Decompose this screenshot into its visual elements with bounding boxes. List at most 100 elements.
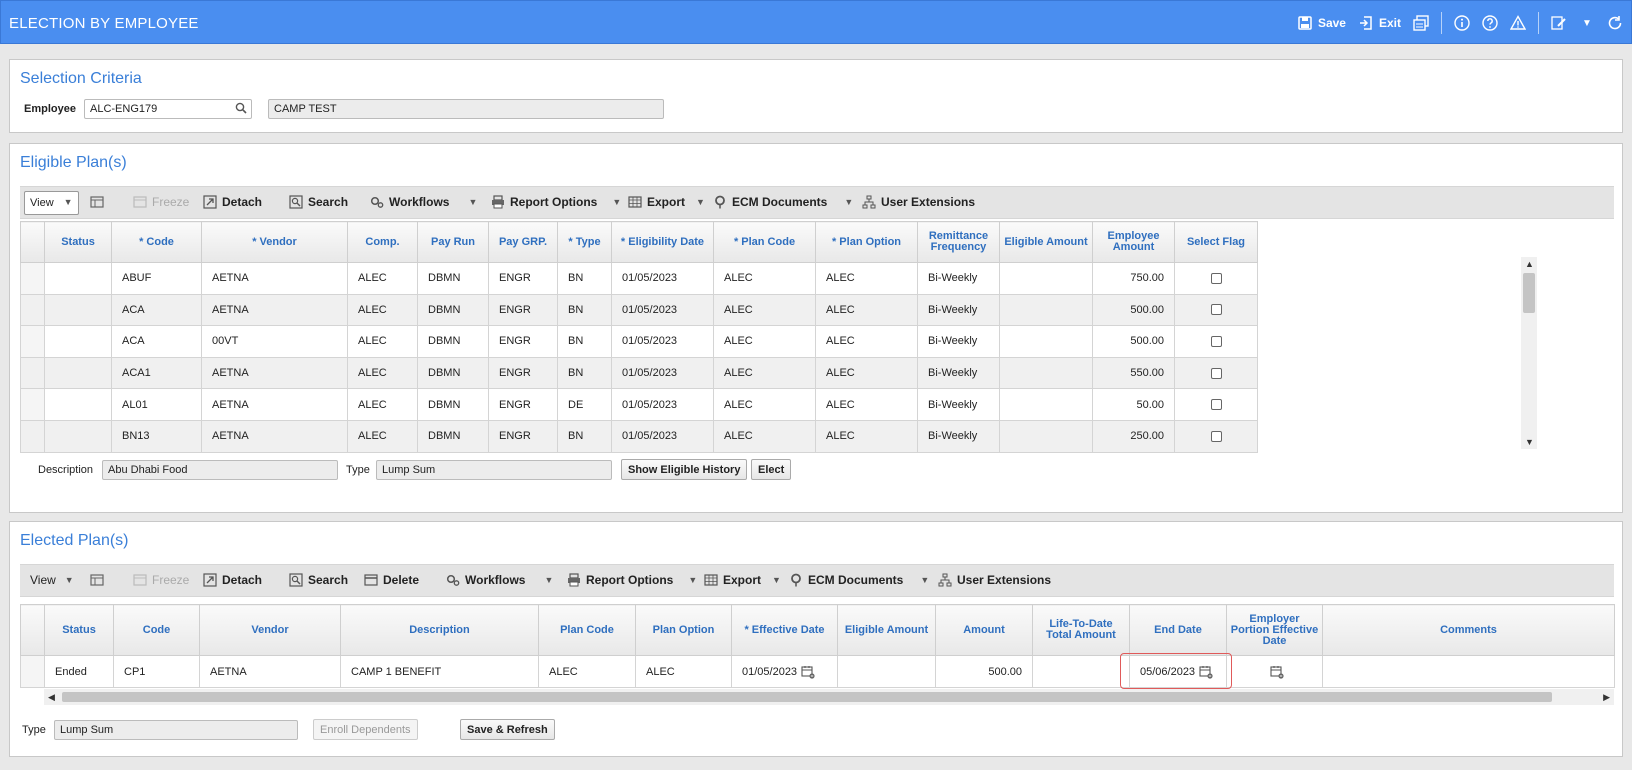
- eligible-cell[interactable]: [999, 325, 1093, 358]
- scroll-right-arrow[interactable]: ▶: [1603, 692, 1610, 703]
- elected-col-header[interactable]: Employer Portion Effective Date: [1226, 604, 1323, 656]
- scroll-up-arrow[interactable]: ▲: [1525, 259, 1534, 269]
- calendar-icon[interactable]: [801, 665, 815, 679]
- eligible-cell[interactable]: ALEC: [815, 262, 918, 295]
- eligible-col-header[interactable]: Eligible Amount: [999, 221, 1093, 263]
- employee-input[interactable]: ALC-ENG179: [84, 99, 252, 119]
- eligible-cell[interactable]: Bi-Weekly: [917, 388, 1000, 421]
- eligible-cell[interactable]: [999, 293, 1093, 327]
- export-button[interactable]: Export ▼: [628, 195, 705, 209]
- elected-col-header[interactable]: Vendor: [199, 604, 341, 656]
- select-flag-checkbox[interactable]: [1210, 336, 1222, 348]
- eligible-cell[interactable]: ALEC: [815, 388, 918, 421]
- eligible-cell[interactable]: BN: [557, 293, 612, 327]
- eligible-col-header[interactable]: * Vendor: [201, 221, 348, 263]
- table-row[interactable]: BN13 AETNA ALEC DBMN ENGR BN 01/05/2023 ALEC ALE…: [20, 419, 1279, 453]
- eligible-cell[interactable]: AL01: [111, 388, 202, 421]
- eligible-cell[interactable]: DBMN: [417, 356, 489, 390]
- warning-icon[interactable]: [1510, 15, 1526, 31]
- copy-window-icon[interactable]: [1413, 15, 1429, 31]
- eligible-cell[interactable]: ENGR: [488, 356, 558, 390]
- search-icon[interactable]: [235, 102, 247, 117]
- eligible-cell[interactable]: ALEC: [815, 293, 918, 327]
- elected-col-header[interactable]: * Effective Date: [731, 604, 838, 656]
- eligible-col-header[interactable]: Select Flag: [1174, 221, 1258, 263]
- elected-col-header[interactable]: Status: [44, 604, 114, 656]
- elected-scroll-thumb[interactable]: [62, 692, 1552, 702]
- eligible-col-header[interactable]: Comp.: [347, 221, 418, 263]
- eligible-col-header[interactable]: * Eligibility Date: [611, 221, 714, 263]
- detach-button[interactable]: Detach: [203, 195, 262, 209]
- elected-col-header[interactable]: Eligible Amount: [837, 604, 936, 656]
- select-flag-checkbox[interactable]: [1210, 367, 1222, 379]
- elected-cell[interactable]: ALEC: [635, 655, 732, 688]
- workflows-button[interactable]: Workflows ▼: [446, 573, 553, 587]
- eligible-cell[interactable]: ALEC: [347, 262, 418, 295]
- eligible-cell[interactable]: DE: [557, 388, 612, 421]
- eligible-cell[interactable]: [44, 419, 112, 453]
- elected-cell[interactable]: [1032, 655, 1130, 688]
- row-selector[interactable]: [20, 293, 45, 327]
- select-flag-cell[interactable]: [1174, 262, 1258, 295]
- eligible-col-header[interactable]: Status: [44, 221, 112, 263]
- select-flag-cell[interactable]: [1174, 388, 1258, 421]
- eligible-cell[interactable]: ALEC: [815, 419, 918, 453]
- eligible-cell[interactable]: [999, 356, 1093, 390]
- eligible-col-header[interactable]: * Plan Option: [815, 221, 918, 263]
- elected-cell[interactable]: CAMP 1 BENEFIT: [340, 655, 539, 688]
- save-refresh-button[interactable]: Save & Refresh: [460, 719, 555, 740]
- select-flag-cell[interactable]: [1174, 419, 1258, 453]
- report-options-button[interactable]: Report Options ▼: [567, 573, 697, 587]
- eligible-cell[interactable]: ALEC: [815, 356, 918, 390]
- eligible-col-header[interactable]: Pay GRP.: [488, 221, 558, 263]
- eligible-cell[interactable]: ENGR: [488, 262, 558, 295]
- eligible-cell[interactable]: Bi-Weekly: [917, 325, 1000, 358]
- eligible-cell[interactable]: ALEC: [347, 388, 418, 421]
- save-button[interactable]: Save: [1297, 15, 1346, 31]
- exit-button[interactable]: Exit: [1358, 15, 1401, 31]
- detach-button[interactable]: Detach: [203, 573, 262, 587]
- export-button[interactable]: Export ▼: [704, 573, 781, 587]
- elected-cell[interactable]: 500.00: [935, 655, 1033, 688]
- eligible-cell[interactable]: ABUF: [111, 262, 202, 295]
- table-row[interactable]: ACA AETNA ALEC DBMN ENGR BN 01/05/2023 ALEC ALEC…: [20, 293, 1279, 327]
- refresh-icon[interactable]: [1607, 15, 1623, 31]
- eligible-cell[interactable]: [44, 293, 112, 327]
- elected-col-header[interactable]: Description: [340, 604, 539, 656]
- eligible-vertical-scrollbar[interactable]: ▲ ▼: [1521, 257, 1537, 449]
- elected-col-header[interactable]: Plan Code: [538, 604, 636, 656]
- select-flag-cell[interactable]: [1174, 325, 1258, 358]
- select-flag-checkbox[interactable]: [1210, 304, 1222, 316]
- elected-col-header[interactable]: End Date: [1129, 604, 1227, 656]
- search-button[interactable]: Search: [289, 195, 348, 209]
- row-selector[interactable]: [20, 388, 45, 421]
- eligible-cell[interactable]: BN: [557, 419, 612, 453]
- eligible-cell[interactable]: 500.00: [1092, 293, 1175, 327]
- help-icon[interactable]: [1482, 15, 1498, 31]
- eligible-cell[interactable]: ALEC: [713, 262, 816, 295]
- eligible-cell[interactable]: AETNA: [201, 388, 348, 421]
- eligible-cell[interactable]: DBMN: [417, 262, 489, 295]
- eligible-col-header[interactable]: Employee Amount: [1092, 221, 1175, 263]
- chevron-down-icon[interactable]: ▼: [1579, 15, 1595, 31]
- eligible-cell[interactable]: ALEC: [815, 325, 918, 358]
- eligible-col-header[interactable]: * Type: [557, 221, 612, 263]
- eligible-col-header[interactable]: Pay Run: [417, 221, 489, 263]
- eligible-cell[interactable]: 01/05/2023: [611, 419, 714, 453]
- eligible-cell[interactable]: ALEC: [713, 325, 816, 358]
- eligible-cell[interactable]: [44, 388, 112, 421]
- eligible-cell[interactable]: ENGR: [488, 325, 558, 358]
- eligible-cell[interactable]: [44, 325, 112, 358]
- eligible-cell[interactable]: DBMN: [417, 388, 489, 421]
- eligible-cell[interactable]: ALEC: [347, 293, 418, 327]
- eligible-cell[interactable]: ACA: [111, 325, 202, 358]
- elected-cell[interactable]: CP1: [113, 655, 200, 688]
- select-flag-cell[interactable]: [1174, 356, 1258, 390]
- eligible-cell[interactable]: Bi-Weekly: [917, 262, 1000, 295]
- view-button[interactable]: View ▼: [24, 191, 79, 215]
- ecm-documents-button[interactable]: ECM Documents ▼: [713, 195, 853, 209]
- ecm-documents-button[interactable]: ECM Documents ▼: [789, 573, 929, 587]
- elected-cell[interactable]: [1322, 655, 1615, 688]
- user-extensions-button[interactable]: User Extensions: [938, 573, 1051, 587]
- elected-cell[interactable]: AETNA: [199, 655, 341, 688]
